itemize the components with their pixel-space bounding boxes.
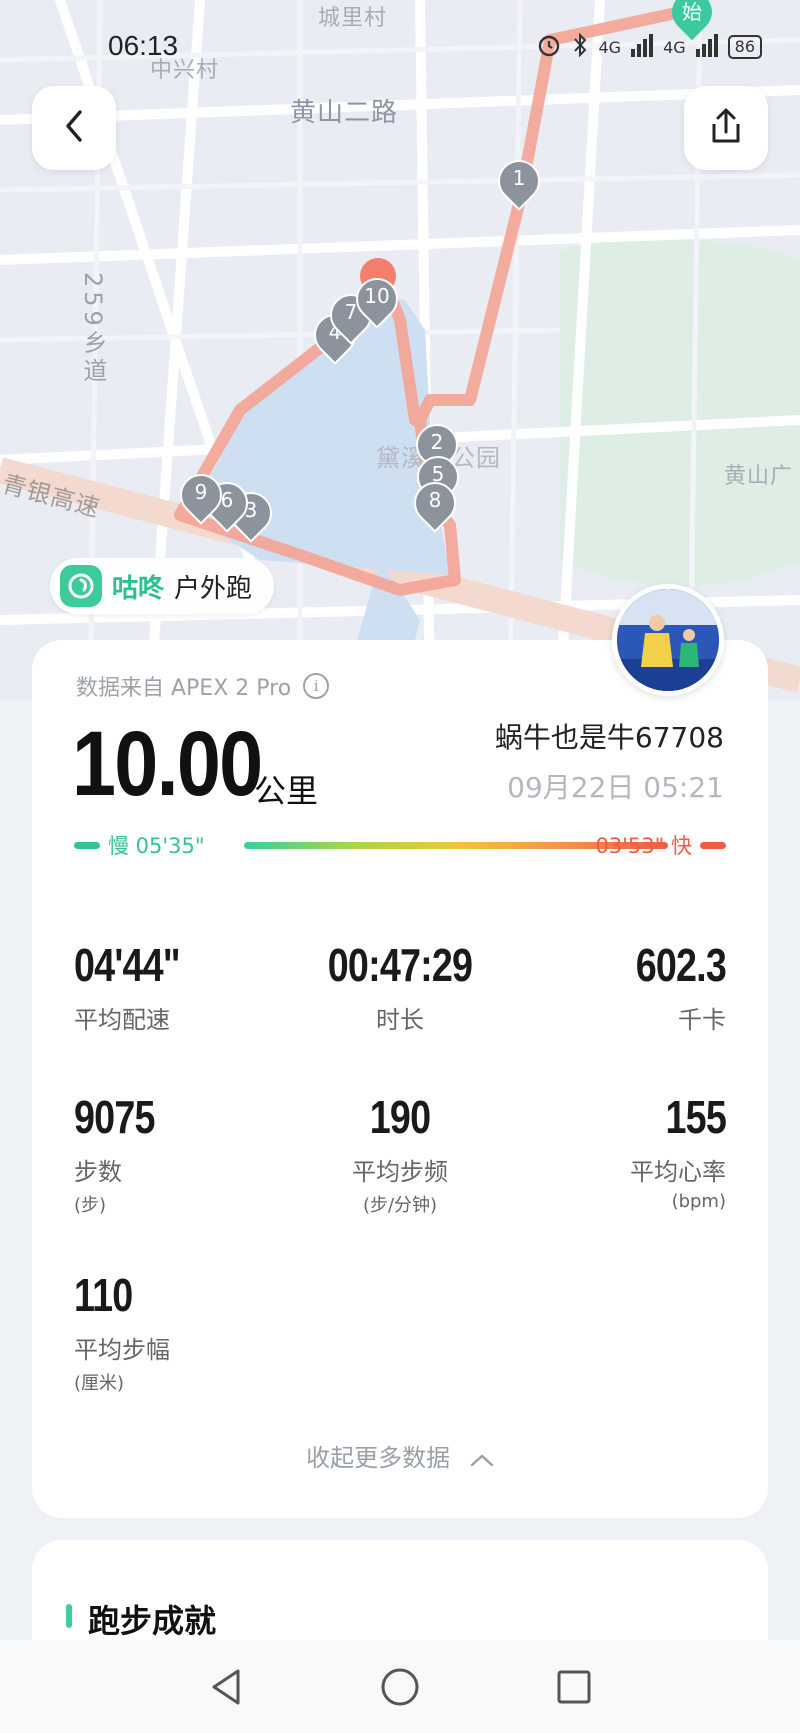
stat-duration: 00:47:29 时长 (290, 938, 510, 1035)
status-time: 06:13 (108, 30, 179, 61)
distance-value: 10.00 (72, 713, 263, 815)
codoon-logo-icon (60, 565, 102, 607)
data-source: 数据来自 APEX 2 Pro i (76, 670, 330, 702)
data-source-text: 数据来自 APEX 2 Pro (76, 676, 292, 701)
km-marker[interactable]: 10 (347, 269, 407, 329)
pace-fast-label: 03'53" 快 (595, 834, 692, 858)
pace-slow-label: 慢 05'35" (108, 834, 205, 858)
map-label-road: 黄山广 (724, 464, 794, 489)
map-label-village: 城里村 (318, 6, 388, 31)
stat-steps: 9075 步数 (步) (74, 1090, 294, 1217)
app-brand-chip: 咕咚 户外跑 (50, 558, 275, 614)
stat-label: 平均步频 (352, 1158, 448, 1186)
stat-unit: (bpm) (671, 1191, 726, 1212)
stat-value: 155 (665, 1091, 727, 1143)
stat-label: 时长 (376, 1006, 424, 1034)
signal-icon (695, 33, 718, 61)
signal-icon (631, 33, 654, 61)
stat-label: 平均步幅 (74, 1336, 170, 1364)
stat-unit: (厘米) (74, 1373, 125, 1394)
activity-mode: 户外跑 (174, 573, 253, 604)
username: 蜗牛也是牛67708 (494, 721, 724, 754)
collapse-label: 收起更多数据 (306, 1444, 451, 1472)
stat-value: 00:47:29 (327, 939, 473, 991)
bluetooth-icon (572, 32, 588, 62)
triangle-back-icon (212, 1669, 240, 1704)
alarm-icon (536, 32, 562, 62)
stat-heart-rate: 155 平均心率 (bpm) (506, 1090, 727, 1212)
stat-stride: 110 平均步幅 (厘米) (74, 1268, 294, 1395)
network-type: 4G (598, 37, 622, 57)
stat-calories: 602.3 千卡 (506, 938, 727, 1035)
back-button[interactable] (32, 86, 116, 170)
km-marker[interactable]: 1 (489, 151, 549, 211)
stat-unit: (步/分钟) (362, 1195, 438, 1216)
stat-value: 9075 (74, 1091, 155, 1143)
nav-back-button[interactable] (204, 1665, 248, 1709)
share-button[interactable] (684, 86, 768, 170)
km-marker[interactable]: 9 (171, 465, 231, 525)
network-type: 4G (663, 37, 686, 57)
stat-label: 平均配速 (74, 1006, 170, 1034)
start-marker-label: 始 (682, 0, 702, 24)
activity-datetime: 09月22日 05:21 (507, 771, 724, 804)
section-title: 跑步成就 (88, 1602, 217, 1640)
stat-label: 步数 (74, 1158, 122, 1186)
battery-indicator: 86 (727, 35, 762, 59)
section-accent-bar (66, 1604, 72, 1628)
distance-unit: 公里 (254, 772, 319, 810)
user-avatar[interactable] (612, 584, 724, 696)
system-nav-bar (0, 1640, 800, 1733)
share-icon (706, 106, 746, 150)
stat-cadence: 190 平均步频 (步/分钟) (290, 1090, 510, 1217)
summary-card: 数据来自 APEX 2 Pro i 10.00 公里 蜗牛也是牛67708 09… (32, 640, 768, 1518)
info-icon[interactable]: i (303, 673, 330, 699)
brand-name: 咕咚 (112, 573, 165, 604)
stat-value: 602.3 (635, 939, 727, 991)
stat-value: 110 (74, 1269, 133, 1321)
status-icons: 4G 4G 86 (536, 32, 762, 62)
pace-gradient-bar: 慢 05'35" 03'53" 快 (74, 830, 726, 860)
chevron-up-icon (470, 1445, 494, 1473)
stat-unit: (步) (74, 1195, 107, 1216)
stat-value: 04'44" (74, 939, 181, 991)
map-label-road: 259乡道 (79, 272, 107, 386)
map-label-road: 黄山二路 (290, 98, 399, 128)
collapse-more-data-button[interactable]: 收起更多数据 (32, 1438, 768, 1473)
km-marker[interactable]: 8 (405, 473, 465, 533)
pace-slow-dot (74, 842, 100, 849)
chevron-left-icon (62, 108, 86, 148)
stat-label: 千卡 (678, 1006, 726, 1034)
stat-label: 平均心率 (630, 1158, 726, 1186)
stat-value: 190 (369, 1091, 431, 1143)
nav-recents-button[interactable] (552, 1665, 596, 1709)
circle-home-icon (381, 1668, 419, 1705)
pace-fast-dot (700, 842, 726, 849)
nav-home-button[interactable] (378, 1665, 422, 1709)
square-recents-icon (557, 1670, 591, 1703)
stat-avg-pace: 04'44" 平均配速 (74, 938, 294, 1035)
